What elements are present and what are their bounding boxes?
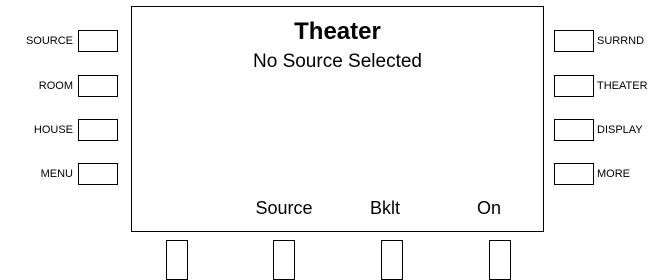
label-surrnd: SURRND <box>597 35 645 47</box>
label-house: HOUSE <box>33 124 73 136</box>
screen-status: No Source Selected <box>253 51 422 72</box>
softkey-label-on: On <box>476 198 501 218</box>
screen-title: Theater <box>294 18 381 45</box>
source-button[interactable] <box>78 30 118 52</box>
label-theater: THEATER <box>597 80 648 92</box>
more-button[interactable] <box>554 163 594 185</box>
house-button[interactable] <box>78 119 118 141</box>
softkey-label-source: Source <box>255 198 313 218</box>
theater-button[interactable] <box>554 75 594 97</box>
softkey-bklt-button[interactable] <box>381 240 403 280</box>
label-room: ROOM <box>38 80 73 92</box>
label-menu: MENU <box>40 168 73 180</box>
room-button[interactable] <box>78 75 118 97</box>
softkey-on-button[interactable] <box>489 240 511 280</box>
label-more: MORE <box>597 168 630 180</box>
softkey-1-button[interactable] <box>166 240 188 280</box>
surrnd-button[interactable] <box>554 30 594 52</box>
softkey-label-bklt: Bklt <box>369 198 400 218</box>
display-screen: Theater No Source Selected Source Bklt O… <box>131 6 544 232</box>
softkey-source-button[interactable] <box>273 240 295 280</box>
label-source: SOURCE <box>25 35 73 47</box>
menu-button[interactable] <box>78 163 118 185</box>
label-display: DISPLAY <box>597 124 643 136</box>
display-button[interactable] <box>554 119 594 141</box>
